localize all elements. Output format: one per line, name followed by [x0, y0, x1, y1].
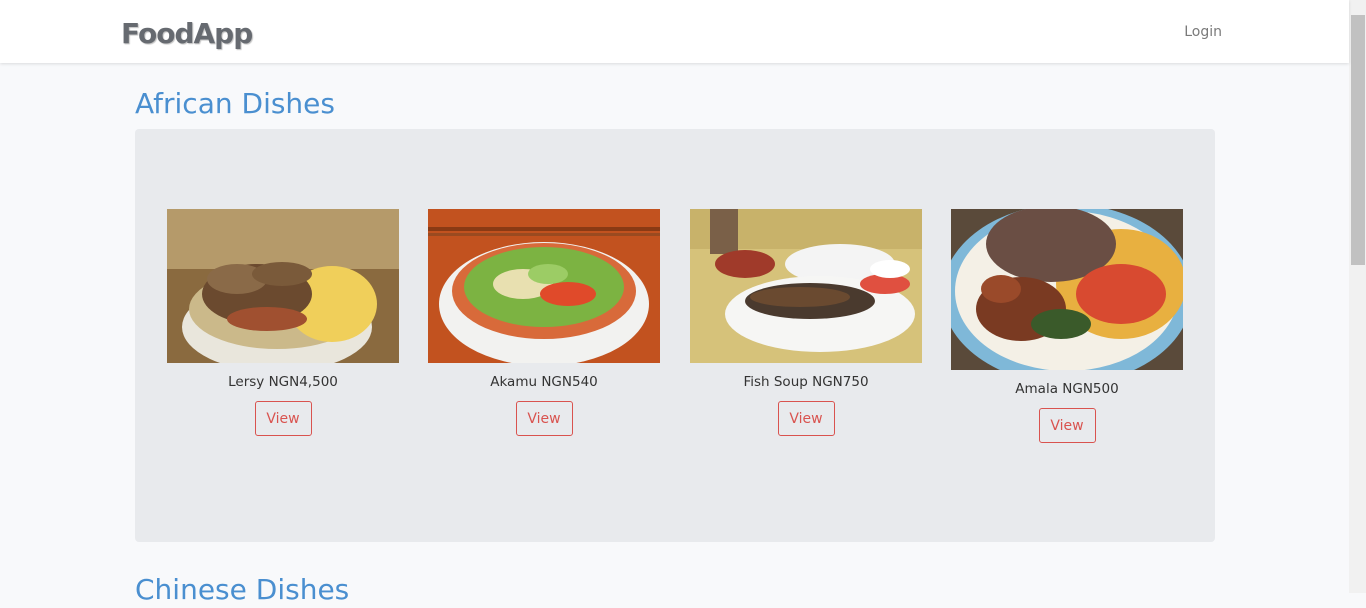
brand-logo[interactable]: FoodApp: [121, 14, 253, 54]
section-title-chinese: Chinese Dishes: [135, 573, 350, 606]
dish-card-fish-soup: Fish Soup NGN750 View: [690, 209, 922, 436]
view-button-lersy[interactable]: View: [254, 401, 312, 436]
top-navbar: FoodApp Login: [0, 0, 1349, 63]
scrollbar-thumb[interactable]: [1351, 15, 1365, 265]
dish-card-amala: Amala NGN500 View: [951, 209, 1183, 443]
dish-card-lersy: Lersy NGN4,500 View: [167, 209, 399, 436]
dish-caption: Amala NGN500: [1015, 381, 1119, 397]
view-button-akamu[interactable]: View: [515, 401, 573, 436]
view-button-amala[interactable]: View: [1038, 408, 1096, 443]
view-button-fish-soup[interactable]: View: [777, 401, 835, 436]
dish-caption: Fish Soup NGN750: [743, 374, 869, 390]
african-dishes-panel: Lersy NGN4,500 View Akamu NGN540 View Fi…: [135, 129, 1215, 542]
dish-image-fish-soup: [690, 209, 922, 363]
section-title-african: African Dishes: [135, 87, 335, 120]
login-link[interactable]: Login: [1184, 22, 1222, 42]
dish-image-amala: [951, 209, 1183, 370]
dish-card-akamu: Akamu NGN540 View: [428, 209, 660, 436]
dish-caption: Akamu NGN540: [490, 374, 598, 390]
dish-image-lersy: [167, 209, 399, 363]
dish-image-akamu: [428, 209, 660, 363]
dish-caption: Lersy NGN4,500: [228, 374, 338, 390]
